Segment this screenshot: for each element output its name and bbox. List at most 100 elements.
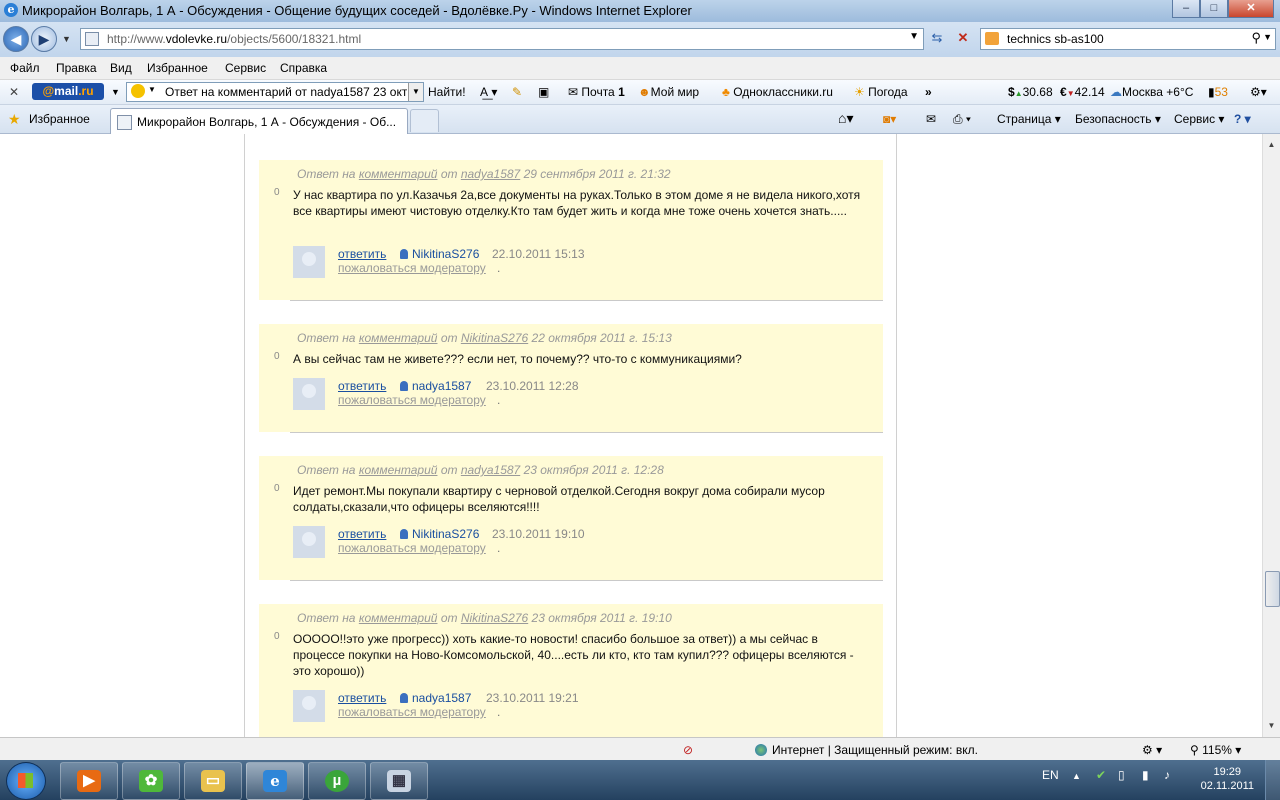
menu-file[interactable]: Файл [10,61,40,75]
menu-view[interactable]: Вид [110,61,132,75]
taskbar-calculator[interactable]: ▦ [370,762,428,800]
vote-count[interactable]: 0 [274,631,280,642]
reply-link[interactable]: ответить [338,379,386,393]
minimize-button[interactable]: – [1172,0,1200,18]
active-tab[interactable]: Микрорайон Волгарь, 1 А - Обсуждения - О… [110,108,408,134]
toolbar-settings-icon[interactable]: ⚙▾ [1250,85,1267,99]
scroll-up-icon[interactable]: ▲ [1265,138,1278,152]
menu-favorites[interactable]: Избранное [147,61,208,75]
maximize-button[interactable]: □ [1200,0,1228,18]
address-bar[interactable]: http://www.vdolevke.ru/objects/5600/1832… [80,28,924,50]
city-weather[interactable]: ☁Москва +6°C [1110,85,1193,99]
search-options-icon[interactable]: ▼ [1263,32,1272,42]
security-tray-icon[interactable]: ✔ [1096,768,1106,782]
reply-link[interactable]: ответить [338,691,386,705]
mailru-logo[interactable]: @mail.ru [32,83,104,100]
menu-edit[interactable]: Правка [56,61,97,75]
report-link[interactable]: пожаловаться модератору [338,261,486,275]
font-size-icon[interactable]: A͟ ▾ [480,85,497,99]
show-desktop-button[interactable] [1265,760,1280,800]
comment-link[interactable]: комментарий [359,611,438,625]
odnoklassniki-link[interactable]: ♣ Одноклассники.ru [722,85,833,99]
device-tray-icon[interactable]: ▯ [1118,768,1125,782]
close-button[interactable]: ✕ [1228,0,1274,18]
taskbar-internet-explorer[interactable]: e [246,762,304,800]
menu-help[interactable]: Справка [280,61,327,75]
vertical-scrollbar[interactable]: ▲ ▼ [1262,134,1280,737]
new-tab-button[interactable] [410,109,439,132]
author-link[interactable]: NikitinaS276 [461,331,528,345]
system-clock[interactable]: 19:29 02.11.2011 [1201,765,1254,793]
eur-rate[interactable]: €▼42.14 [1060,85,1105,99]
taskbar-media-player[interactable]: ▶ [60,762,118,800]
search-box[interactable]: technics sb-as100 ⚲ ▼ [980,28,1276,50]
find-button[interactable]: Найти! [428,85,466,99]
taskbar-utorrent[interactable]: µ [308,762,366,800]
mail-link[interactable]: ✉ Почта 1 [568,85,625,99]
mailru-search-field[interactable]: ▼ Ответ на комментарий от nadya1587 23 о… [126,82,424,102]
taskbar-explorer[interactable]: ▭ [184,762,242,800]
user-link[interactable]: nadya1587 [400,379,471,393]
volume-tray-icon[interactable]: ♪ [1164,768,1170,782]
network-tray-icon[interactable]: ▮ [1142,768,1149,782]
privacy-icon[interactable]: ⊘ [683,743,693,757]
report-link[interactable]: пожаловаться модератору [338,541,486,555]
comment-link[interactable]: комментарий [359,167,438,181]
start-button[interactable] [6,762,46,800]
user-link[interactable]: NikitinaS276 [400,247,479,261]
scroll-thumb[interactable] [1265,571,1280,607]
highlight-icon[interactable]: ✎ [512,85,522,99]
mailru-search-dropdown-icon[interactable]: ▼ [408,83,423,101]
logo-dropdown-icon[interactable]: ▼ [111,87,120,97]
feeds-icon[interactable]: ◙▾ [883,112,896,126]
reply-link[interactable]: ответить [338,247,386,261]
help-icon[interactable]: ? ▾ [1234,112,1251,126]
my-world-link[interactable]: ☻Мой мир [638,85,699,99]
history-dropdown-icon[interactable]: ▼ [62,34,71,44]
address-url[interactable]: http://www.vdolevke.ru/objects/5600/1832… [107,32,361,46]
stop-icon[interactable]: ✕ [952,28,974,48]
weather-link[interactable]: ☀ Погода [854,85,908,99]
author-link[interactable]: NikitinaS276 [461,611,528,625]
report-link[interactable]: пожаловаться модератору [338,705,486,719]
comment-link[interactable]: комментарий [359,331,438,345]
more-chevron-icon[interactable]: » [925,85,932,99]
print-icon[interactable]: ⎙ ▾ [953,112,971,127]
mailru-search-input[interactable]: Ответ на комментарий от nadya1587 23 окт… [165,85,407,99]
menu-tools[interactable]: Сервис [225,61,266,75]
user-link[interactable]: NikitinaS276 [400,527,479,541]
zoom-control[interactable]: ⚲ 115% ▾ [1190,743,1241,757]
favorites-button[interactable]: Избранное [29,112,90,126]
security-zone[interactable]: Интернет | Защищенный режим: вкл. [755,743,978,757]
tools-menu[interactable]: Сервис ▾ [1174,112,1224,126]
vote-count[interactable]: 0 [274,351,280,362]
author-link[interactable]: nadya1587 [461,167,520,181]
read-mail-icon[interactable]: ✉ [926,112,936,126]
address-dropdown-icon[interactable]: ▼ [909,31,919,42]
window-title-bar[interactable]: e Микрорайон Волгарь, 1 А - Обсуждения -… [0,0,1280,22]
user-link[interactable]: nadya1587 [400,691,471,705]
forward-button[interactable]: ▶ [31,26,57,52]
tray-expand-icon[interactable]: ▲ [1072,771,1081,781]
refresh-icon[interactable]: ⇆ [926,28,948,48]
page-menu[interactable]: Страница ▾ [997,112,1061,126]
traffic-badge[interactable]: ▮53 [1208,85,1228,99]
comment-link[interactable]: комментарий [359,463,438,477]
scroll-down-icon[interactable]: ▼ [1265,719,1278,733]
report-link[interactable]: пожаловаться модератору [338,393,486,407]
safety-menu[interactable]: Безопасность ▾ [1075,112,1161,126]
page-search-icon[interactable]: ▣ [538,85,549,99]
search-input[interactable]: technics sb-as100 [1007,32,1104,46]
protected-mode-icon[interactable]: ⚙ ▾ [1142,743,1162,757]
author-link[interactable]: nadya1587 [461,463,520,477]
vote-count[interactable]: 0 [274,187,280,198]
vote-count[interactable]: 0 [274,483,280,494]
back-button[interactable]: ◀ [3,26,29,52]
taskbar-icq[interactable]: ✿ [122,762,180,800]
search-type-dropdown-icon[interactable]: ▼ [148,85,156,94]
close-toolbar-icon[interactable]: ✕ [9,85,19,99]
home-icon[interactable]: ⌂▾ [838,110,853,127]
search-icon[interactable]: ⚲ [1251,30,1261,46]
reply-link[interactable]: ответить [338,527,386,541]
language-indicator[interactable]: EN [1042,768,1059,782]
